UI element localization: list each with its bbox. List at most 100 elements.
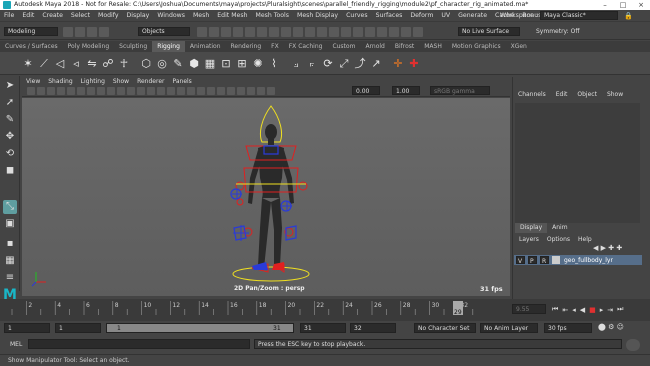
command-language-label[interactable]: MEL (10, 341, 22, 348)
menu-mesh[interactable]: Mesh (189, 10, 213, 22)
menu-create[interactable]: Create (38, 10, 67, 22)
new-layer-selected-icon[interactable]: ✚ (616, 244, 622, 252)
history-icon[interactable] (305, 27, 315, 37)
character-set-dropdown[interactable]: No Character Set (414, 323, 476, 333)
layout-single-icon[interactable]: ▪ (3, 237, 17, 251)
last-tool-icon[interactable]: ▣ (3, 217, 17, 231)
folder-icon[interactable] (63, 27, 73, 37)
step-forward-icon[interactable]: ▸ (600, 306, 604, 314)
render-view-icon[interactable] (365, 27, 375, 37)
move-tool-icon[interactable]: ✥ (3, 130, 17, 144)
isolate-icon[interactable] (227, 87, 235, 95)
menu-uv[interactable]: UV (437, 10, 454, 22)
locator-icon[interactable]: ✛ (392, 56, 405, 71)
ambient-occlusion-icon[interactable] (187, 87, 195, 95)
shelf-tab-fx-caching[interactable]: FX Caching (284, 41, 328, 52)
close-button[interactable]: × (632, 0, 650, 10)
layer-up-icon[interactable]: ◀ (593, 244, 598, 252)
shelf-tab-fx[interactable]: FX (266, 41, 284, 52)
person-icon[interactable]: ☺ (617, 323, 624, 331)
color-space-field[interactable]: sRGB gamma (430, 86, 490, 95)
snap-surface-icon[interactable] (233, 27, 243, 37)
lock-icon[interactable]: 🔒 (624, 12, 633, 20)
viewport-menu-show[interactable]: Show (109, 78, 133, 85)
symmetry-label[interactable]: Symmetry: Off (536, 28, 579, 35)
range-slider[interactable]: 1 31 (106, 323, 294, 333)
viewport-menu-lighting[interactable]: Lighting (77, 78, 109, 85)
lasso-tool-icon[interactable]: ➚ (3, 96, 17, 110)
shelf-tab-motion-graphics[interactable]: Motion Graphics (447, 41, 506, 52)
bind-skin-icon[interactable]: ⬡ (140, 56, 153, 71)
shelf-tab-arnold[interactable]: Arnold (360, 41, 389, 52)
render-settings-icon[interactable] (269, 27, 279, 37)
step-back-icon[interactable]: ◂ (572, 306, 576, 314)
orient-constraint-icon[interactable]: ⟳ (322, 56, 335, 71)
play-back-icon[interactable]: ◀ (580, 306, 585, 314)
shelf-tab-bifrost[interactable]: Bifrost (390, 41, 419, 52)
shelf-tab-sculpting[interactable]: Sculpting (114, 41, 152, 52)
snap-point-icon[interactable] (221, 27, 231, 37)
viewport-menu-renderer[interactable]: Renderer (133, 78, 168, 85)
save-icon[interactable] (75, 27, 85, 37)
channel-menu-edit[interactable]: Edit (551, 91, 573, 98)
cluster-icon[interactable]: ⊡ (220, 56, 233, 71)
menu-windows[interactable]: Windows (153, 10, 189, 22)
shelf-tab-mash[interactable]: MASH (419, 41, 447, 52)
ik-spline-icon[interactable]: ◃ (70, 56, 83, 71)
shelf-tab-rendering[interactable]: Rendering (226, 41, 267, 52)
ipr-icon[interactable] (257, 27, 267, 37)
rotate-tool-icon[interactable]: ⟲ (3, 147, 17, 161)
exposure-field[interactable]: 0.00 (352, 86, 380, 95)
workspace-dropdown[interactable]: Maya Classic* (540, 11, 618, 20)
field-chart-icon[interactable] (107, 87, 115, 95)
layer-tab-display[interactable]: Display (515, 223, 548, 233)
anim-layer-dropdown[interactable]: No Anim Layer (480, 323, 538, 333)
menu-deform[interactable]: Deform (406, 10, 437, 22)
go-to-end-icon[interactable]: ⏭ (617, 305, 623, 314)
display-layer-row[interactable]: V P R geo_fullbody_lyr (514, 255, 642, 265)
current-frame-field[interactable]: 9.55 (512, 304, 546, 314)
end-time-field[interactable]: 32 (350, 323, 396, 333)
step-back-key-icon[interactable]: ⇤ (562, 306, 568, 314)
textured-icon[interactable] (157, 87, 165, 95)
start-time-field[interactable]: 1 (4, 323, 50, 333)
menu-set-dropdown[interactable]: Modeling (4, 27, 58, 36)
aim-constraint-icon[interactable]: ⤴ (354, 56, 367, 71)
gate-mask-icon[interactable] (97, 87, 105, 95)
selection-mode-dropdown[interactable]: Objects (138, 27, 190, 36)
lights-icon[interactable] (167, 87, 175, 95)
menu-select[interactable]: Select (67, 10, 94, 22)
light-editor-icon[interactable] (413, 27, 423, 37)
render-setup-icon[interactable] (401, 27, 411, 37)
viewport-menu-panels[interactable]: Panels (168, 78, 195, 85)
exposure-icon[interactable] (267, 87, 275, 95)
shelf-tab-xgen[interactable]: XGen (506, 41, 532, 52)
menu-mesh-tools[interactable]: Mesh Tools (252, 10, 294, 22)
layer-tab-anim[interactable]: Anim (547, 223, 572, 233)
render-seq-icon[interactable] (389, 27, 399, 37)
anti-alias-icon[interactable] (207, 87, 215, 95)
layout-four-icon[interactable]: ▦ (3, 254, 17, 268)
layer-visibility-toggle[interactable]: V (516, 256, 525, 265)
command-input[interactable] (28, 339, 250, 349)
gamma-field[interactable]: 1.00 (392, 86, 420, 95)
right-foot-control[interactable] (272, 262, 284, 270)
root-control[interactable] (232, 266, 310, 282)
dof-icon[interactable] (217, 87, 225, 95)
humanik-icon[interactable]: ☍ (102, 56, 115, 71)
grid-icon[interactable] (67, 87, 75, 95)
layer-menu-help[interactable]: Help (574, 236, 596, 243)
wireframe-icon[interactable] (127, 87, 135, 95)
go-to-start-icon[interactable]: ⏮ (552, 305, 558, 314)
camera-attr-icon[interactable] (37, 87, 45, 95)
film-gate-icon[interactable] (77, 87, 85, 95)
render-icon[interactable] (245, 27, 255, 37)
show-manipulator-icon[interactable]: ⤡ (3, 200, 17, 214)
layer-color-swatch[interactable] (552, 256, 560, 264)
playback-start-field[interactable]: 1 (55, 323, 101, 333)
smooth-shade-icon[interactable] (137, 87, 145, 95)
layer-playback-toggle[interactable]: P (528, 256, 537, 265)
locator-red-icon[interactable]: ✚ (408, 56, 421, 71)
camera-icon[interactable] (293, 27, 303, 37)
construction-icon[interactable] (353, 27, 363, 37)
